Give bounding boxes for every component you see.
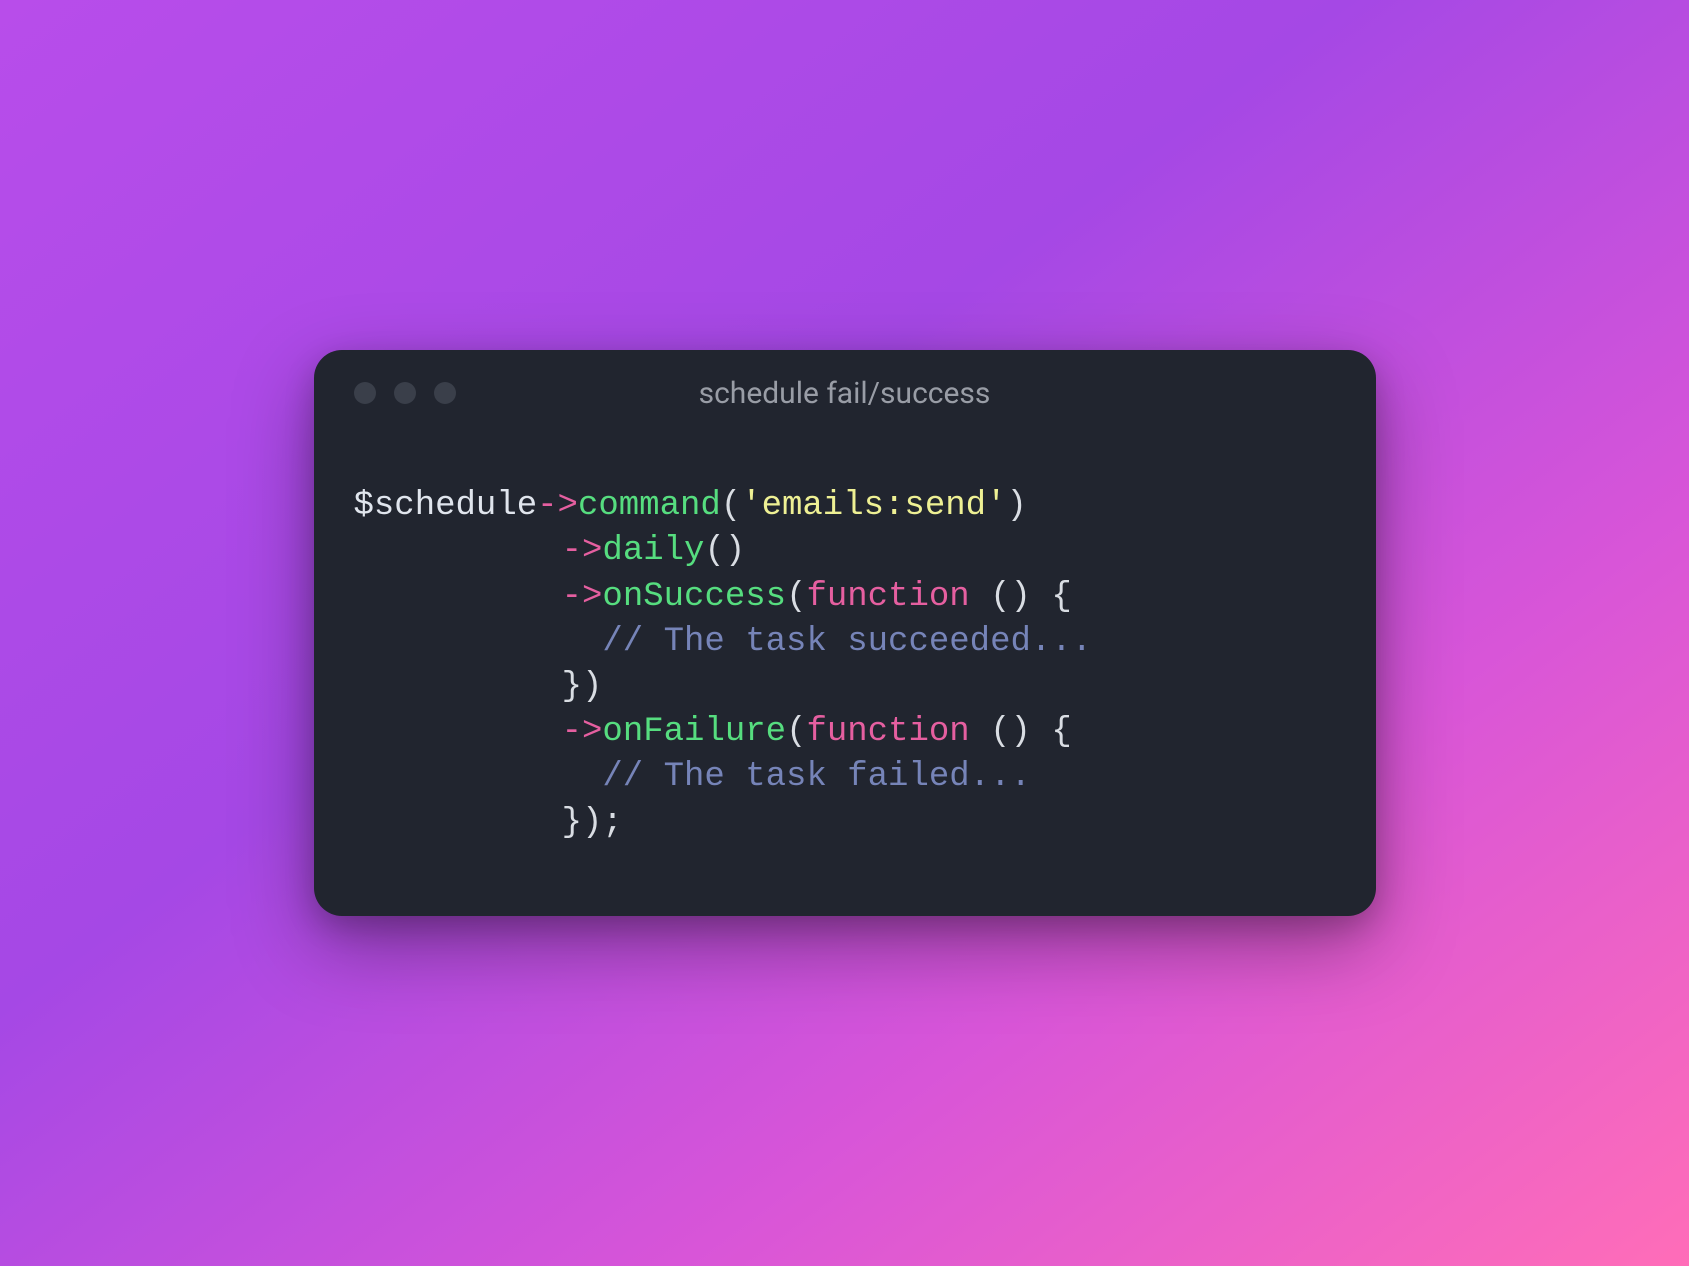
token-method: command — [578, 487, 721, 525]
code-line: ->daily() — [354, 529, 1336, 574]
token-comment: // The task succeeded... — [602, 623, 1092, 661]
code-line: // The task succeeded... — [354, 620, 1336, 665]
token-method: onSuccess — [602, 578, 786, 616]
code-line: }); — [354, 801, 1336, 846]
token-keyword: function — [806, 578, 969, 616]
code-line: ->onSuccess(function () { — [354, 575, 1336, 620]
maximize-icon[interactable] — [434, 382, 456, 404]
token-brace: () { — [970, 578, 1072, 616]
token-arrow: -> — [562, 532, 603, 570]
code-line: // The task failed... — [354, 755, 1336, 800]
close-icon[interactable] — [354, 382, 376, 404]
token-keyword: function — [806, 713, 969, 751]
traffic-lights — [354, 382, 456, 404]
token-method: daily — [602, 532, 704, 570]
token-comment: // The task failed... — [602, 758, 1030, 796]
token-paren: ( — [786, 713, 806, 751]
code-block: $schedule->command('emails:send')->daily… — [314, 424, 1376, 856]
token-brace: }) — [562, 668, 603, 706]
titlebar: schedule fail/success — [314, 350, 1376, 424]
token-paren: ( — [721, 487, 741, 525]
window-title: schedule fail/success — [699, 376, 991, 411]
token-paren: () — [704, 532, 745, 570]
token-method: onFailure — [602, 713, 786, 751]
token-string: 'emails:send' — [741, 487, 1006, 525]
token-brace: () { — [970, 713, 1072, 751]
code-line: $schedule->command('emails:send') — [354, 484, 1336, 529]
token-paren: ) — [1006, 487, 1026, 525]
token-arrow: -> — [537, 487, 578, 525]
minimize-icon[interactable] — [394, 382, 416, 404]
token-variable: $schedule — [354, 487, 538, 525]
token-brace: }); — [562, 804, 623, 842]
token-arrow: -> — [562, 578, 603, 616]
code-line: ->onFailure(function () { — [354, 710, 1336, 755]
token-paren: ( — [786, 578, 806, 616]
code-window: schedule fail/success $schedule->command… — [314, 350, 1376, 916]
token-arrow: -> — [562, 713, 603, 751]
code-line: }) — [354, 665, 1336, 710]
